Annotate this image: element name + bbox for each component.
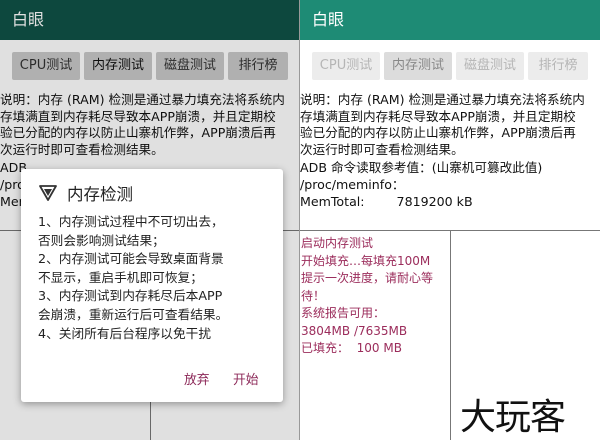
dialog-line: 2、内存测试可能会导致桌面背景 xyxy=(38,251,224,267)
description-line: 次运行时即可查看检测结果。 xyxy=(300,141,464,157)
tab-ranking[interactable]: 排行榜 xyxy=(528,52,588,80)
description-line: 存填满直到内存耗尽导致本APP崩溃，并且定期校 xyxy=(300,108,576,124)
tab-disk-test[interactable]: 磁盘测试 xyxy=(456,52,524,80)
memory-test-dialog: 内存检测 1、内存测试过程中不可切出去， 否则会影响测试结果； 2、内存测试可能… xyxy=(21,169,283,402)
adb-line: ADB 命令读取参考值：(山寨机可篡改此值) xyxy=(300,160,543,175)
dialog-line: 否则会影响测试结果； xyxy=(38,232,165,248)
watermark-logo: 大玩客 xyxy=(460,397,566,438)
right-description: 说明：内存 (RAM) 检测是通过暴力填充法将系统内 存填满直到内存耗尽导致本A… xyxy=(300,92,600,158)
dialog-line: 不显示，重启手机即可恢复； xyxy=(38,269,203,285)
dialog-message: 1、内存测试过程中不可切出去， 否则会影响测试结果； 2、内存测试可能会导致桌面… xyxy=(38,213,278,343)
dialog-line: 3、内存测试到内存耗尽后本APP xyxy=(38,288,223,304)
log-line: 系统报告可用： xyxy=(301,306,386,320)
tab-memory-test[interactable]: 内存测试 xyxy=(384,52,452,80)
log-line: 启动内存测试 xyxy=(301,236,374,250)
right-adb-info: ADB 命令读取参考值：(山寨机可篡改此值) /proc/meminfo： Me… xyxy=(300,159,542,210)
log-line: 提示一次进度，请耐心等 xyxy=(301,271,434,285)
memory-test-log: 启动内存测试 开始填充…每填充100M 提示一次进度，请耐心等 待！ 系统报告可… xyxy=(301,235,447,358)
dialog-line: 会崩溃，重新运行后可查看结果。 xyxy=(38,306,229,322)
adb-line: MemTotal: 7819200 kB xyxy=(300,194,473,209)
description-line: 验已分配的内存以防止山寨机作弊，APP崩溃后再 xyxy=(300,125,576,141)
description-line: 说明：内存 (RAM) 检测是通过暴力填充法将系统内 xyxy=(300,92,585,107)
right-app-bar: 白眼 xyxy=(300,0,600,40)
log-line: 已填充： 100 MB xyxy=(301,341,402,355)
tab-cpu-test[interactable]: CPU测试 xyxy=(312,52,380,80)
right-tab-bar: CPU测试 内存测试 磁盘测试 排行榜 xyxy=(300,40,600,92)
start-button[interactable]: 开始 xyxy=(233,369,259,388)
dialog-line: 4、关闭所有后台程序以免干扰 xyxy=(38,325,212,341)
log-line: 开始填充…每填充100M xyxy=(301,253,431,268)
right-app-title: 白眼 xyxy=(312,10,345,29)
app-logo-icon xyxy=(39,185,57,201)
right-screen: 白眼 CPU测试 内存测试 磁盘测试 排行榜 说明：内存 (RAM) 检测是通过… xyxy=(300,0,600,440)
log-line: 待！ xyxy=(301,288,326,303)
log-line: 3804MB /7635MB xyxy=(301,323,408,338)
adb-line: /proc/meminfo： xyxy=(300,177,405,192)
divider xyxy=(450,230,451,440)
dialog-title: 内存检测 xyxy=(67,185,133,204)
dialog-line: 1、内存测试过程中不可切出去， xyxy=(38,214,224,229)
cancel-button[interactable]: 放弃 xyxy=(184,369,210,388)
left-screen: 白眼 CPU测试 内存测试 磁盘测试 排行榜 说明：内存 (RAM) 检测是通过… xyxy=(0,0,300,440)
